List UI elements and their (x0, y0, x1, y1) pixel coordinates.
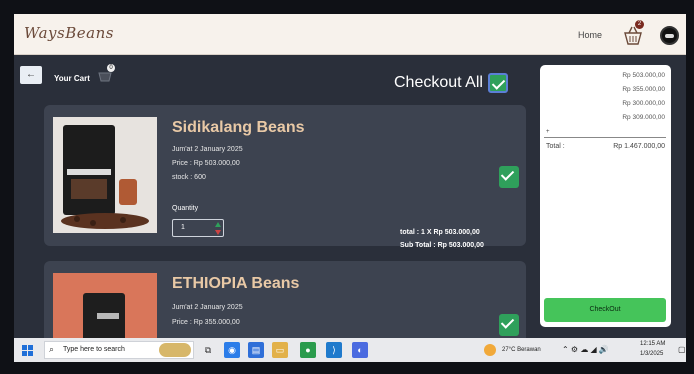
copilot-icon[interactable]: ◉ (224, 342, 240, 358)
checkout-all-checkbox[interactable] (488, 73, 508, 93)
basket-count-badge: 2 (635, 20, 644, 29)
clock-date[interactable]: 1/3/2025 (640, 351, 663, 357)
product-image (53, 273, 157, 340)
quantity-increase-icon[interactable] (215, 222, 221, 227)
search-placeholder: Type here to search (63, 346, 125, 353)
weather-text[interactable]: 27°C Berawan (502, 347, 541, 353)
cart-count-badge: 0 (107, 64, 115, 72)
app-window: WaysBeans Home 2 ← Your Cart 0 Checkout … (14, 14, 686, 340)
task-view-icon[interactable]: ⧉ (200, 342, 216, 358)
chrome-icon[interactable]: ● (300, 342, 316, 358)
product-date: Jum'at 2 January 2025 (172, 146, 243, 153)
item-select-checkbox[interactable] (499, 166, 519, 188)
clock-time[interactable]: 12:15 AM (640, 341, 665, 347)
vscode-icon[interactable]: ⟩ (326, 342, 342, 358)
product-name: ETHIOPIA Beans (172, 275, 300, 292)
quantity-label: Quantity (172, 205, 199, 212)
summary-total-label: Total : (546, 143, 565, 150)
summary-divider (544, 137, 666, 138)
checkout-button[interactable]: CheckOut (544, 298, 666, 322)
quantity-value: 1 (181, 224, 185, 231)
quantity-decrease-icon[interactable] (215, 230, 221, 235)
system-tray-icons[interactable]: ⌃ ⚙ ☁ ◢ 🔊 (562, 345, 609, 354)
screen: WaysBeans Home 2 ← Your Cart 0 Checkout … (0, 0, 694, 374)
summary-price: Rp 355.000,00 (622, 86, 665, 93)
product-date: Jum'at 2 January 2025 (172, 304, 243, 311)
cart-title: Your Cart (54, 74, 90, 83)
product-price: Price : Rp 503.000,00 (172, 160, 240, 167)
quantity-stepper[interactable]: 1 (172, 219, 224, 237)
taskbar-search-input[interactable]: ⌕ Type here to search (44, 341, 194, 359)
summary-total-value: Rp 1.467.000,00 (613, 143, 665, 150)
search-highlight-icon (159, 343, 191, 357)
brand-logo[interactable]: WaysBeans (24, 24, 114, 42)
summary-price: Rp 309.000,00 (622, 114, 665, 121)
sub-total: Sub Total : Rp 503.000,00 (400, 242, 484, 249)
windows-taskbar: ⌕ Type here to search ⧉ ◉ ▤ ▭ ● ⟩ ◐ 27°C… (14, 338, 686, 362)
summary-price: Rp 300.000,00 (622, 100, 665, 107)
product-price: Price : Rp 355.000,00 (172, 319, 240, 326)
search-icon: ⌕ (49, 344, 55, 354)
checkout-all-label: Checkout All (394, 74, 483, 91)
item-select-checkbox[interactable] (499, 314, 519, 336)
cart-item-card: ETHIOPIA Beans Jum'at 2 January 2025 Pri… (44, 261, 526, 340)
product-image (53, 117, 157, 233)
summary-plus: + (546, 129, 550, 135)
app-icon[interactable]: ◐ (352, 342, 368, 358)
file-explorer-icon[interactable]: ▭ (272, 342, 288, 358)
notification-icon[interactable]: ▢ (678, 345, 686, 354)
product-stock: stock : 600 (172, 174, 206, 181)
weather-icon[interactable] (484, 344, 496, 356)
cart-item-card: Sidikalang Beans Jum'at 2 January 2025 P… (44, 105, 526, 249)
back-button[interactable]: ← (20, 66, 42, 84)
windows-start-icon[interactable] (22, 345, 33, 356)
summary-price: Rp 503.000,00 (622, 72, 665, 79)
product-name: Sidikalang Beans (172, 119, 305, 136)
user-avatar[interactable] (660, 26, 679, 45)
order-summary-panel: Rp 503.000,00 Rp 355.000,00 Rp 300.000,0… (540, 65, 671, 327)
word-icon[interactable]: ▤ (248, 342, 264, 358)
line-total: total : 1 X Rp 503.000,00 (400, 229, 480, 236)
navbar: WaysBeans Home 2 (14, 14, 686, 55)
nav-home-link[interactable]: Home (578, 30, 602, 40)
